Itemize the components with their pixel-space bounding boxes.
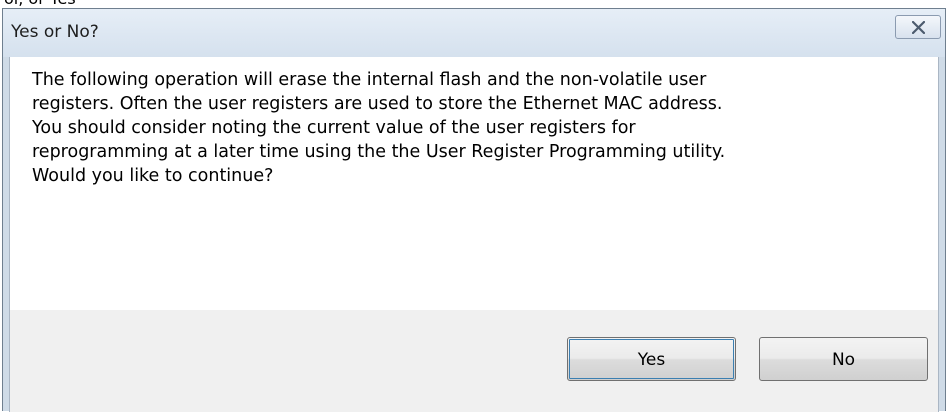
yes-button[interactable]: Yes [567,337,736,381]
dialog-message: The following operation will erase the i… [32,70,726,186]
no-button[interactable]: No [759,337,928,381]
background-text-fragment: ol, or Yes [0,0,948,8]
close-icon [912,21,925,34]
dialog-title: Yes or No? [11,22,99,42]
background-caption: ol, or Yes [4,0,76,8]
close-button[interactable] [895,15,941,39]
dialog-titlebar[interactable]: Yes or No? [3,9,945,57]
yes-no-dialog: Yes or No? The following operation will … [2,8,946,412]
